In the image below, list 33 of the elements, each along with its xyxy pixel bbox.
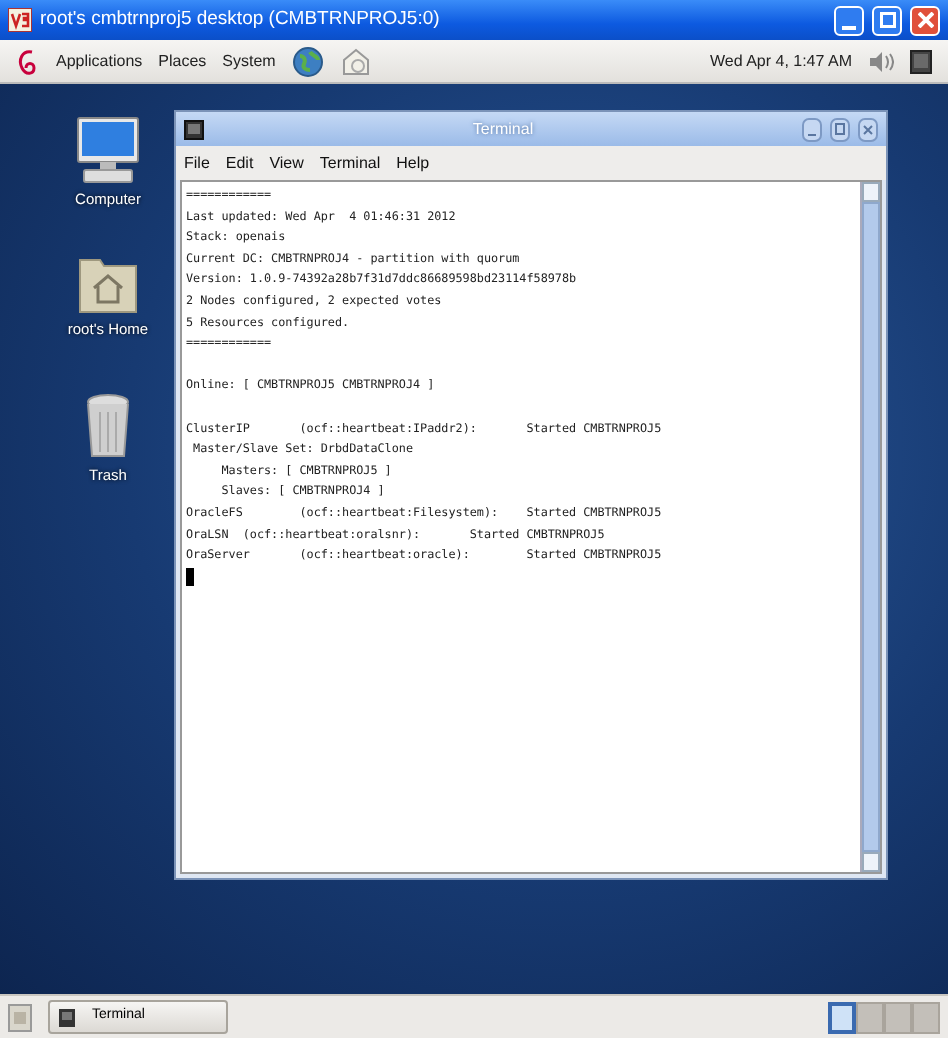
menu-item[interactable]: View bbox=[269, 151, 304, 175]
menu-item[interactable]: Terminal bbox=[319, 151, 381, 175]
terminal-icon bbox=[184, 119, 204, 139]
scrollbar[interactable] bbox=[860, 182, 880, 872]
minimize-icon bbox=[842, 25, 856, 29]
show-desktop-icon[interactable] bbox=[8, 1003, 32, 1031]
workspace-button[interactable] bbox=[912, 1001, 940, 1033]
volume-icon[interactable] bbox=[868, 49, 894, 73]
clock[interactable]: Wed Apr 4, 1:47 AM bbox=[709, 49, 852, 73]
workspace-button[interactable] bbox=[828, 1001, 856, 1033]
terminal-title: Terminal bbox=[470, 117, 536, 141]
terminal-icon bbox=[58, 1007, 76, 1027]
panel-menu[interactable]: Places bbox=[158, 49, 207, 73]
maximize-button[interactable] bbox=[830, 117, 850, 141]
panel-menu[interactable]: Applications bbox=[56, 49, 143, 73]
workspace-button[interactable] bbox=[884, 1001, 912, 1033]
menu-item[interactable]: Edit bbox=[225, 151, 254, 175]
maximize-icon bbox=[879, 12, 895, 28]
swirl-logo-icon[interactable] bbox=[16, 47, 40, 75]
window-list-icon[interactable] bbox=[910, 49, 932, 73]
window-title: root's cmbtrnproj5 desktop (CMBTRNPROJ5:0) bbox=[40, 5, 442, 34]
panel-menu[interactable]: System bbox=[222, 49, 276, 73]
globe-icon[interactable] bbox=[291, 45, 324, 77]
app-icon bbox=[8, 8, 32, 32]
trash-icon[interactable] bbox=[84, 392, 132, 460]
close-button[interactable] bbox=[858, 117, 878, 141]
close-icon bbox=[917, 12, 933, 28]
workspace-button[interactable] bbox=[856, 1001, 884, 1033]
home-folder-icon[interactable] bbox=[78, 254, 138, 314]
computer-icon[interactable] bbox=[76, 116, 140, 184]
minimize-button[interactable] bbox=[802, 117, 822, 141]
menu-item[interactable]: Help bbox=[396, 151, 430, 175]
menu-item[interactable]: File bbox=[184, 151, 210, 175]
